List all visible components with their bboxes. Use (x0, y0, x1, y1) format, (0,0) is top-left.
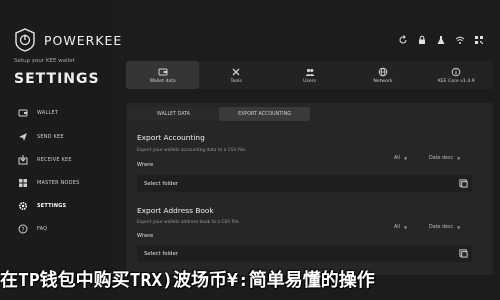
receive-icon (17, 155, 28, 166)
sidebar-item-label: RECEIVE KEE (37, 157, 72, 163)
subtab-export-accounting[interactable]: EXPORT ACCOUNTING (219, 107, 310, 121)
sidebar-item-send-kee[interactable]: SEND KEE (0, 126, 118, 148)
tab-wallet-data[interactable]: Wallet data (126, 61, 200, 89)
sidebar-item-master-nodes[interactable]: MASTER NODES (0, 172, 118, 194)
subtabs: WALLET DATA EXPORT ACCOUNTING (128, 107, 310, 121)
question-icon: ? (17, 224, 28, 235)
top-toolbar (395, 32, 486, 47)
tab-label: Users (303, 78, 316, 84)
filter-value: All (394, 156, 400, 161)
export-accounting-title: Export Accounting (137, 133, 205, 142)
logo: POWERKEE (14, 28, 122, 52)
settings-tabs: Wallet data Tools Users Network KEE Core… (126, 61, 494, 89)
sidebar: POWERKEE Setup your KEE wallet SETTINGS … (0, 0, 121, 300)
sidebar-item-label: WALLET (37, 110, 59, 116)
folder-placeholder: Select folder (144, 250, 178, 257)
chevron-down-icon: ▼ (403, 225, 408, 230)
chevron-down-icon: ▼ (403, 156, 408, 161)
subtab-wallet-data[interactable]: WALLET DATA (128, 107, 219, 121)
sidebar-item-faq[interactable]: ? FAQ (0, 218, 118, 240)
export-address-book-sort-select[interactable]: Date desc ▼ (429, 225, 460, 230)
tab-label: Wallet data (149, 78, 176, 84)
refresh-icon[interactable] (395, 32, 410, 47)
export-address-book-folder-input[interactable]: Select folder (137, 245, 472, 262)
sidebar-item-label: SEND KEE (37, 134, 64, 140)
filter-value: All (394, 225, 400, 230)
wifi-icon[interactable] (452, 32, 467, 47)
power-shield-icon (15, 28, 35, 52)
sort-value: Date desc (429, 156, 454, 161)
export-accounting-sort-select[interactable]: Date desc ▼ (429, 156, 460, 161)
open-folder-icon[interactable] (459, 249, 468, 258)
svg-text:?: ? (21, 226, 24, 233)
network-icon (378, 67, 388, 76)
tab-label: Tools (230, 78, 242, 84)
brand-name: POWERKEE (44, 32, 123, 48)
sidebar-item-label: SETTINGS (37, 203, 67, 209)
export-address-book-filter-select[interactable]: All ▼ (394, 225, 407, 230)
sidebar-item-wallet[interactable]: WALLET (0, 102, 118, 124)
sidebar-item-receive-kee[interactable]: RECEIVE KEE (0, 149, 118, 171)
settings-panel: WALLET DATA EXPORT ACCOUNTING Export Acc… (126, 103, 493, 275)
page-title: SETTINGS (14, 71, 100, 87)
export-accounting-filter-select[interactable]: All ▼ (394, 156, 407, 161)
qr-icon[interactable] (471, 32, 486, 47)
sidebar-item-label: FAQ (37, 226, 48, 232)
export-address-book-where-label: Where (137, 233, 154, 239)
sidebar-item-settings[interactable]: SETTINGS (0, 195, 118, 217)
overlay-caption: 在TP钱包中购买TRX)波场币¥:简单易懂的操作 (0, 270, 375, 291)
export-accounting-description: Export your wallets accounting data to a… (137, 148, 247, 153)
tab-kee-core[interactable]: KEE Core v1.4.9 (419, 61, 494, 89)
info-icon (452, 67, 461, 76)
lock-icon[interactable] (414, 32, 429, 47)
tab-tools[interactable]: Tools (199, 61, 273, 89)
export-address-book-title: Export Address Book (137, 206, 214, 215)
wallet-data-icon (158, 68, 168, 75)
wallet-icon (17, 108, 28, 119)
sidebar-item-label: MASTER NODES (37, 180, 80, 186)
tab-users[interactable]: Users (272, 61, 347, 89)
nodes-icon (17, 178, 28, 189)
tab-label: Network (373, 78, 393, 84)
setup-subtitle: Setup your KEE wallet (14, 58, 75, 64)
flask-icon[interactable] (433, 32, 448, 47)
gear-icon (17, 201, 28, 212)
users-icon (305, 68, 315, 76)
open-folder-icon[interactable] (459, 179, 468, 188)
folder-placeholder: Select folder (144, 180, 178, 187)
chevron-down-icon: ▼ (457, 156, 461, 161)
export-accounting-where-label: Where (137, 162, 154, 168)
tab-network[interactable]: Network (346, 61, 420, 89)
export-address-book-description: Export your wallets address book to a CS… (137, 220, 240, 225)
chevron-down-icon: ▼ (457, 225, 461, 230)
tools-icon (232, 68, 240, 75)
sort-value: Date desc (429, 225, 454, 230)
send-icon (17, 132, 28, 143)
export-accounting-folder-input[interactable]: Select folder (137, 175, 472, 192)
tab-label: KEE Core v1.4.9 (437, 78, 475, 84)
